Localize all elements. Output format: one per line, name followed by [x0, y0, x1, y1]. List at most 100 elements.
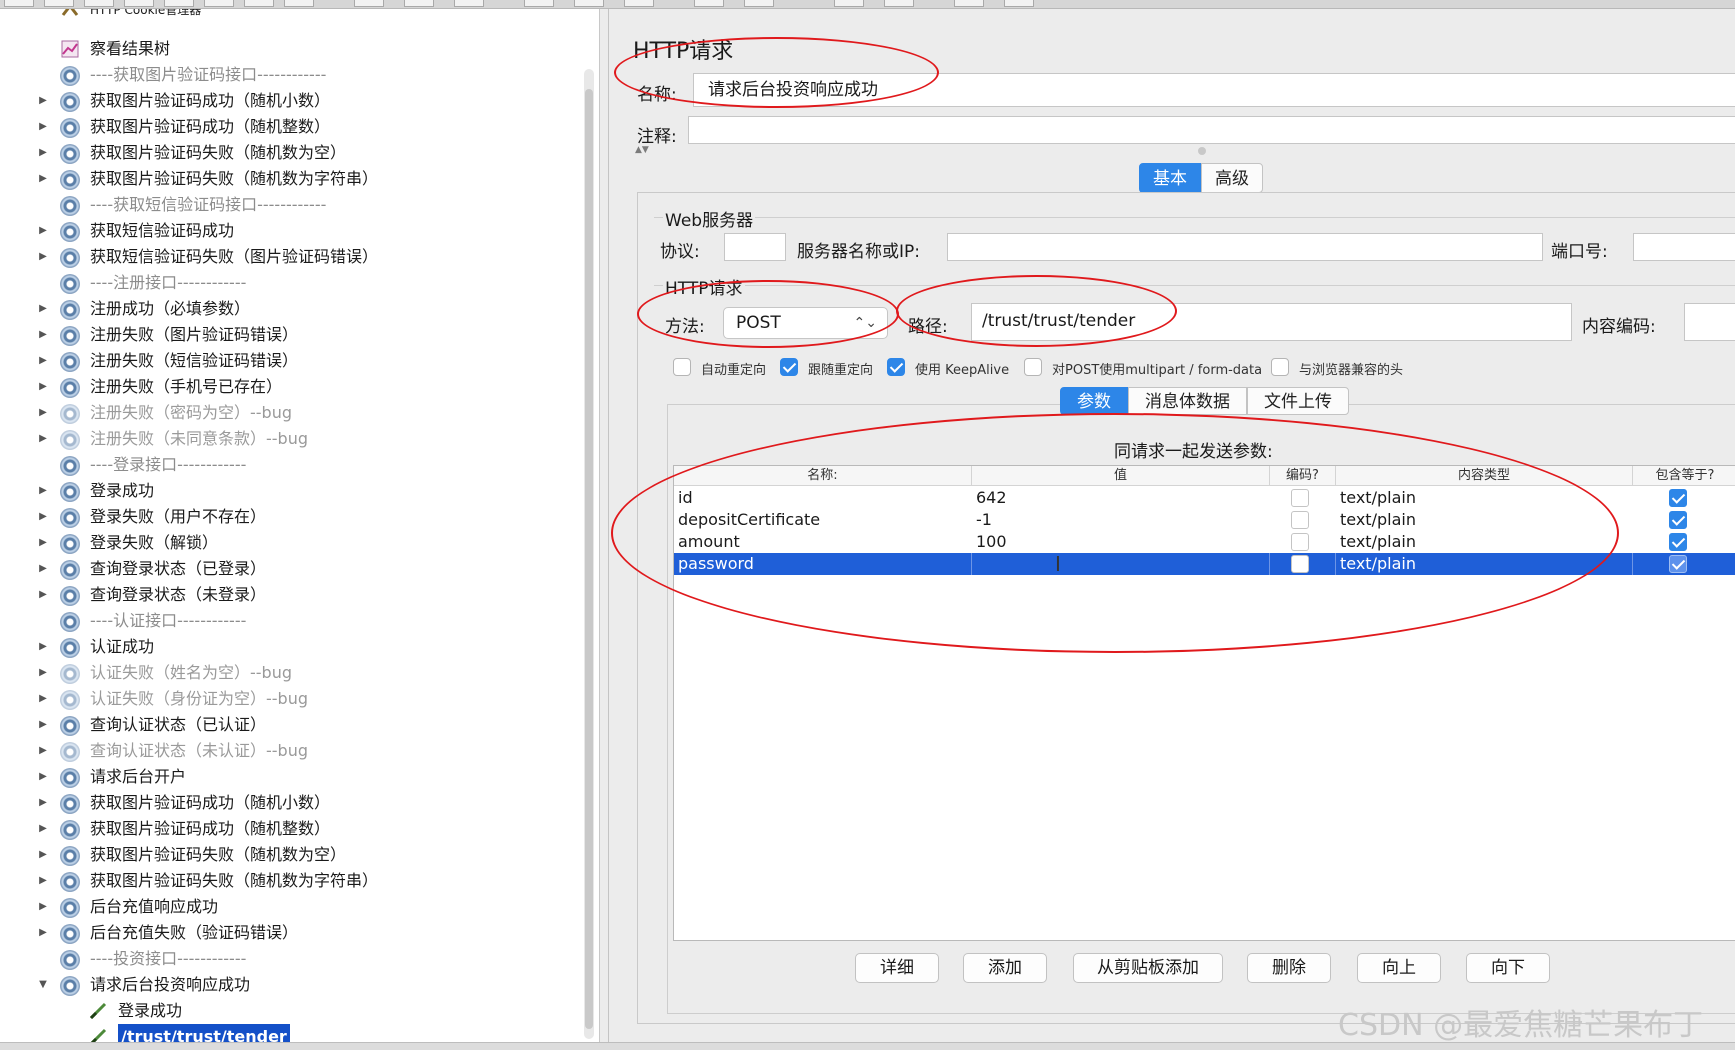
tree-item[interactable]: ▶ 后台充值失败（验证码错误） [0, 920, 580, 946]
encode-cell[interactable] [1270, 553, 1336, 575]
tab-parameters[interactable]: 参数 [1060, 387, 1128, 415]
toolbar-button[interactable] [404, 0, 434, 7]
parameters-table[interactable]: 名称: 值 编码? 内容类型 包含等于? id 642 text/plain depo… [673, 465, 1735, 941]
tree-scrollbar[interactable] [584, 69, 594, 1039]
tab-body-data[interactable]: 消息体数据 [1128, 387, 1247, 415]
tree-item[interactable]: 登录成功 [0, 998, 580, 1024]
toolbar-button[interactable] [164, 0, 194, 7]
tree-item[interactable]: ▶ 认证成功 [0, 634, 580, 660]
collapse-arrows-icon[interactable]: ▲▼ [635, 145, 649, 155]
expand-right-icon[interactable]: ▶ [36, 920, 50, 946]
content-type-cell[interactable]: text/plain [1336, 487, 1633, 509]
content-type-cell[interactable]: text/plain [1336, 509, 1633, 531]
name-input[interactable]: 请求后台投资响应成功 [693, 73, 1735, 107]
expand-right-icon[interactable]: ▶ [36, 478, 50, 504]
value-cell[interactable]: -1 [972, 509, 1270, 531]
encode-checkbox[interactable] [1291, 555, 1309, 573]
option-checkbox[interactable] [1271, 358, 1289, 376]
encode-cell[interactable] [1270, 509, 1336, 531]
column-header-value[interactable]: 值 [972, 466, 1270, 486]
tree-item[interactable]: ▶ 注册失败（图片验证码错误） [0, 322, 580, 348]
table-row-selected[interactable]: password text/plain [674, 553, 1735, 575]
tree-separator[interactable]: ----注册接口------------ [0, 270, 580, 296]
expand-right-icon[interactable]: ▶ [36, 660, 50, 686]
table-row[interactable]: id 642 text/plain [674, 487, 1735, 509]
column-header-encode[interactable]: 编码? [1270, 466, 1336, 486]
tree-item[interactable]: ▶ 获取图片验证码成功（随机整数） [0, 816, 580, 842]
tree-item[interactable]: ▶ 认证失败（身份证为空）--bug [0, 686, 580, 712]
splitter-handle[interactable] [1198, 147, 1206, 155]
move-down-button[interactable]: 向下 [1466, 953, 1550, 983]
encode-cell[interactable] [1270, 531, 1336, 553]
expand-right-icon[interactable]: ▶ [36, 582, 50, 608]
port-input[interactable] [1633, 233, 1735, 261]
toolbar-button[interactable] [4, 0, 34, 7]
tree-item[interactable]: ▶ 获取短信验证码成功 [0, 218, 580, 244]
expand-right-icon[interactable]: ▶ [36, 790, 50, 816]
server-input[interactable] [947, 233, 1543, 261]
tree-separator[interactable]: ----获取短信验证码接口------------ [0, 192, 580, 218]
expand-right-icon[interactable]: ▶ [36, 894, 50, 920]
include-equals-checkbox[interactable] [1669, 489, 1687, 507]
tree-item[interactable]: ▶ 请求后台开户 [0, 764, 580, 790]
tree-scrollbar-thumb[interactable] [585, 89, 593, 1029]
toolbar-button[interactable] [1004, 0, 1034, 7]
include-equals-cell[interactable] [1633, 553, 1735, 575]
content-encoding-input[interactable] [1684, 303, 1735, 341]
tree-item[interactable]: ▶ 注册失败（密码为空）--bug [0, 400, 580, 426]
expand-right-icon[interactable]: ▶ [36, 426, 50, 452]
toolbar-button[interactable] [834, 0, 864, 7]
tree-item[interactable]: ▶ 获取图片验证码失败（随机数为空） [0, 140, 580, 166]
tree-item[interactable]: ▶ 注册成功（必填参数） [0, 296, 580, 322]
tree-item[interactable]: ▼ 请求后台投资响应成功 [0, 972, 580, 998]
encode-checkbox[interactable] [1291, 533, 1309, 551]
toolbar-button[interactable] [524, 0, 554, 7]
value-cell[interactable]: 100 [972, 531, 1270, 553]
expand-right-icon[interactable]: ▶ [36, 712, 50, 738]
encode-checkbox[interactable] [1291, 511, 1309, 529]
tree-separator[interactable]: ----获取图片验证码接口------------ [0, 62, 580, 88]
name-cell[interactable]: password [674, 553, 972, 575]
tree-item[interactable]: ▶ 登录成功 [0, 478, 580, 504]
delete-button[interactable]: 删除 [1247, 953, 1331, 983]
comment-input[interactable] [688, 116, 1735, 144]
protocol-input[interactable] [724, 233, 786, 261]
expand-right-icon[interactable]: ▶ [36, 218, 50, 244]
expand-right-icon[interactable]: ▶ [36, 764, 50, 790]
expand-right-icon[interactable]: ▶ [36, 634, 50, 660]
toolbar-button[interactable] [574, 0, 604, 7]
tree-item[interactable]: ▶ 登录失败（解锁） [0, 530, 580, 556]
content-type-cell[interactable]: text/plain [1336, 531, 1633, 553]
tree-separator[interactable]: ----登录接口------------ [0, 452, 580, 478]
expand-right-icon[interactable]: ▶ [36, 686, 50, 712]
include-equals-cell[interactable] [1633, 509, 1735, 531]
include-equals-checkbox[interactable] [1669, 555, 1687, 573]
tree-item[interactable]: ▶ 注册失败（短信验证码错误） [0, 348, 580, 374]
encode-cell[interactable] [1270, 487, 1336, 509]
toolbar-button[interactable] [454, 0, 484, 7]
tree-item[interactable]: ▶ 查询登录状态（未登录） [0, 582, 580, 608]
expand-right-icon[interactable]: ▶ [36, 348, 50, 374]
option-checkbox[interactable] [1024, 358, 1042, 376]
toolbar-button[interactable] [244, 0, 274, 7]
toolbar-button[interactable] [624, 0, 654, 7]
tree-item[interactable]: ▶ 查询认证状态（已认证） [0, 712, 580, 738]
move-up-button[interactable]: 向上 [1357, 953, 1441, 983]
toolbar-button[interactable] [354, 0, 384, 7]
name-cell[interactable]: depositCertificate [674, 509, 972, 531]
name-cell[interactable]: id [674, 487, 972, 509]
toolbar-button[interactable] [204, 0, 234, 7]
expand-right-icon[interactable]: ▶ [36, 88, 50, 114]
expand-right-icon[interactable]: ▶ [36, 868, 50, 894]
detail-button[interactable]: 详细 [855, 953, 939, 983]
option-checkbox[interactable] [673, 358, 691, 376]
tree-item[interactable]: ▶ 注册失败（手机号已存在） [0, 374, 580, 400]
expand-right-icon[interactable]: ▶ [36, 244, 50, 270]
add-button[interactable]: 添加 [963, 953, 1047, 983]
toolbar-button[interactable] [884, 0, 914, 7]
toolbar-button[interactable] [84, 0, 114, 7]
include-equals-cell[interactable] [1633, 531, 1735, 553]
value-cell[interactable]: 642 [972, 487, 1270, 509]
tree-item[interactable]: ▶ 获取图片验证码成功（随机小数） [0, 790, 580, 816]
tree-item[interactable]: ▶ 查询认证状态（未认证）--bug [0, 738, 580, 764]
